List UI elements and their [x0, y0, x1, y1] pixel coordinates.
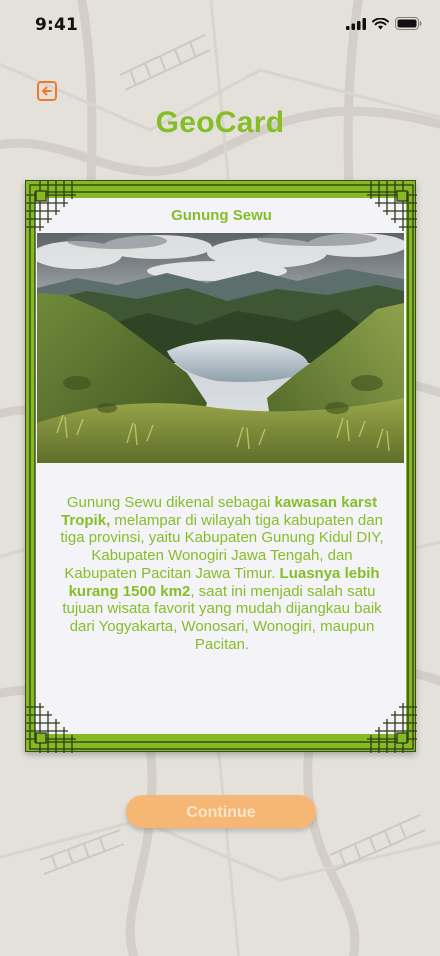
- page-title: GeoCard: [155, 106, 285, 139]
- wifi-icon: [372, 17, 389, 29]
- description-text-1: Gunung Sewu dikenal sebagai: [66, 494, 275, 511]
- status-time: 9:41: [35, 15, 79, 35]
- signal-icon: [346, 17, 366, 30]
- status-bar: 9:41: [0, 0, 440, 50]
- continue-button[interactable]: Continue: [126, 795, 316, 828]
- back-button[interactable]: [36, 80, 58, 102]
- landscape-photo: [37, 233, 404, 463]
- back-arrow-icon: [37, 81, 57, 101]
- battery-icon: [395, 17, 422, 30]
- card-description: Gunung Sewu dikenal sebagai kawasan kars…: [60, 494, 384, 653]
- status-icons: [346, 17, 422, 30]
- card-title: Gunung Sewu: [171, 207, 272, 224]
- geo-card: Gunung Sewu Gunung Sewu dikenal sebagai …: [25, 180, 417, 753]
